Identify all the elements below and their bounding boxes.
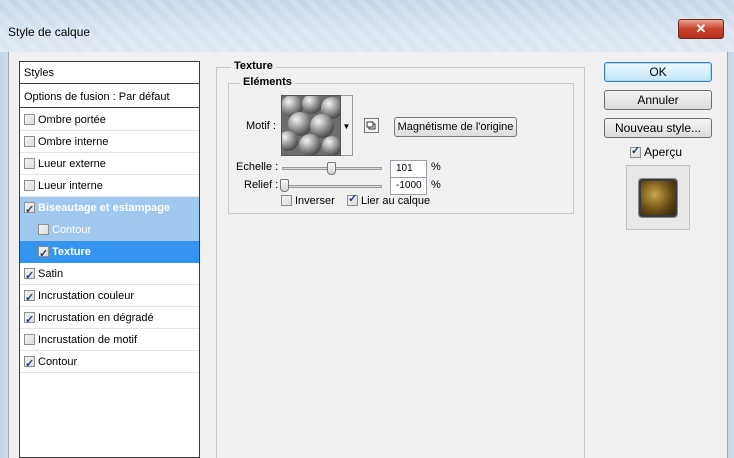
checkbox-icon[interactable] [24,199,35,221]
scale-unit: % [431,161,441,173]
style-item[interactable]: Satin [20,263,199,287]
checkbox-icon[interactable] [24,353,35,375]
style-item-label: Lueur externe [38,158,106,171]
pattern-dropdown[interactable]: ▼ [341,95,353,156]
depth-input[interactable]: -1000 [390,177,427,195]
style-item[interactable]: Incrustation couleur [20,285,199,309]
style-item[interactable]: Incrustation de motif [20,329,199,351]
scale-input[interactable]: 101 [390,160,427,178]
checkbox-icon[interactable] [24,114,35,125]
style-item-label: Incrustation en dégradé [38,312,154,325]
style-item[interactable]: Ombre interne [20,131,199,153]
ok-button[interactable]: OK [604,62,712,82]
checkbox-icon [347,192,358,206]
checkbox-icon[interactable] [24,180,35,191]
new-preset-button[interactable] [364,118,379,133]
preview-label: Aperçu [644,145,683,159]
close-button[interactable]: ✕ [678,19,724,39]
style-item-label: Incrustation de motif [38,334,138,347]
style-item[interactable]: Lueur externe [20,153,199,175]
style-item-label: Ombre interne [38,136,109,149]
checkbox-icon [281,195,292,206]
style-item[interactable]: Contour [20,219,199,241]
elements-group-title: Eléments [240,76,295,88]
style-item[interactable]: Contour [20,351,199,375]
checkbox-icon[interactable] [38,224,49,235]
depth-slider-thumb[interactable] [280,179,289,192]
scale-slider-thumb[interactable] [326,162,336,175]
style-preview [626,165,690,230]
motif-label: Motif : [246,120,276,132]
style-item-label: Contour [38,356,78,369]
depth-label: Relief : [244,179,279,191]
depth-slider-track[interactable] [282,185,382,188]
style-item[interactable]: Texture [20,241,199,265]
texture-group-title: Texture [231,60,276,72]
cancel-button[interactable]: Annuler [604,90,712,110]
window-border-right [727,52,734,458]
style-item[interactable]: Incrustation en dégradé [20,307,199,331]
title-bar: Style de calque ✕ [0,0,734,52]
window-border-left [0,52,8,458]
style-item-label: Biseautage et estampage [38,202,171,215]
checkbox-icon [630,144,641,158]
checkbox-icon[interactable] [24,287,35,309]
preview-checkbox[interactable]: Aperçu [630,144,683,159]
checkbox-icon[interactable] [24,158,35,169]
window-title: Style de calque [8,25,91,39]
close-icon: ✕ [695,21,707,36]
style-item-label: Satin [38,268,64,281]
styles-list: Styles Options de fusion : Par défaut Om… [19,61,200,458]
new-style-button[interactable]: Nouveau style... [604,118,712,138]
new-preset-icon [366,121,376,130]
pattern-picker[interactable] [281,95,341,156]
invert-checkbox[interactable]: Inverser [281,195,335,207]
link-label: Lier au calque [361,195,431,207]
style-item-label: Contour [52,224,92,237]
style-item-label: Incrustation couleur [38,290,134,303]
checkbox-icon[interactable] [38,243,49,265]
depth-unit: % [431,179,441,191]
style-item[interactable]: Ombre portée [20,109,199,131]
pattern-thumbnail [282,96,340,155]
invert-label: Inverser [295,195,335,207]
style-item-label: Lueur interne [38,180,103,193]
styles-header[interactable]: Styles [20,62,199,84]
style-item-label: Texture [52,246,91,259]
checkbox-icon[interactable] [24,334,35,345]
style-preview-thumbnail [639,179,677,217]
checkbox-icon[interactable] [24,265,35,287]
snap-to-origin-button[interactable]: Magnétisme de l'origine [394,117,517,137]
link-with-layer-checkbox[interactable]: Lier au calque [347,192,431,207]
chevron-down-icon: ▼ [342,122,351,131]
scale-label: Echelle : [236,161,279,173]
blending-options-item[interactable]: Options de fusion : Par défaut [20,86,199,108]
checkbox-icon[interactable] [24,136,35,147]
style-item[interactable]: Biseautage et estampage [20,197,199,221]
style-item[interactable]: Lueur interne [20,175,199,197]
checkbox-icon[interactable] [24,309,35,331]
style-item-label: Ombre portée [38,114,106,127]
